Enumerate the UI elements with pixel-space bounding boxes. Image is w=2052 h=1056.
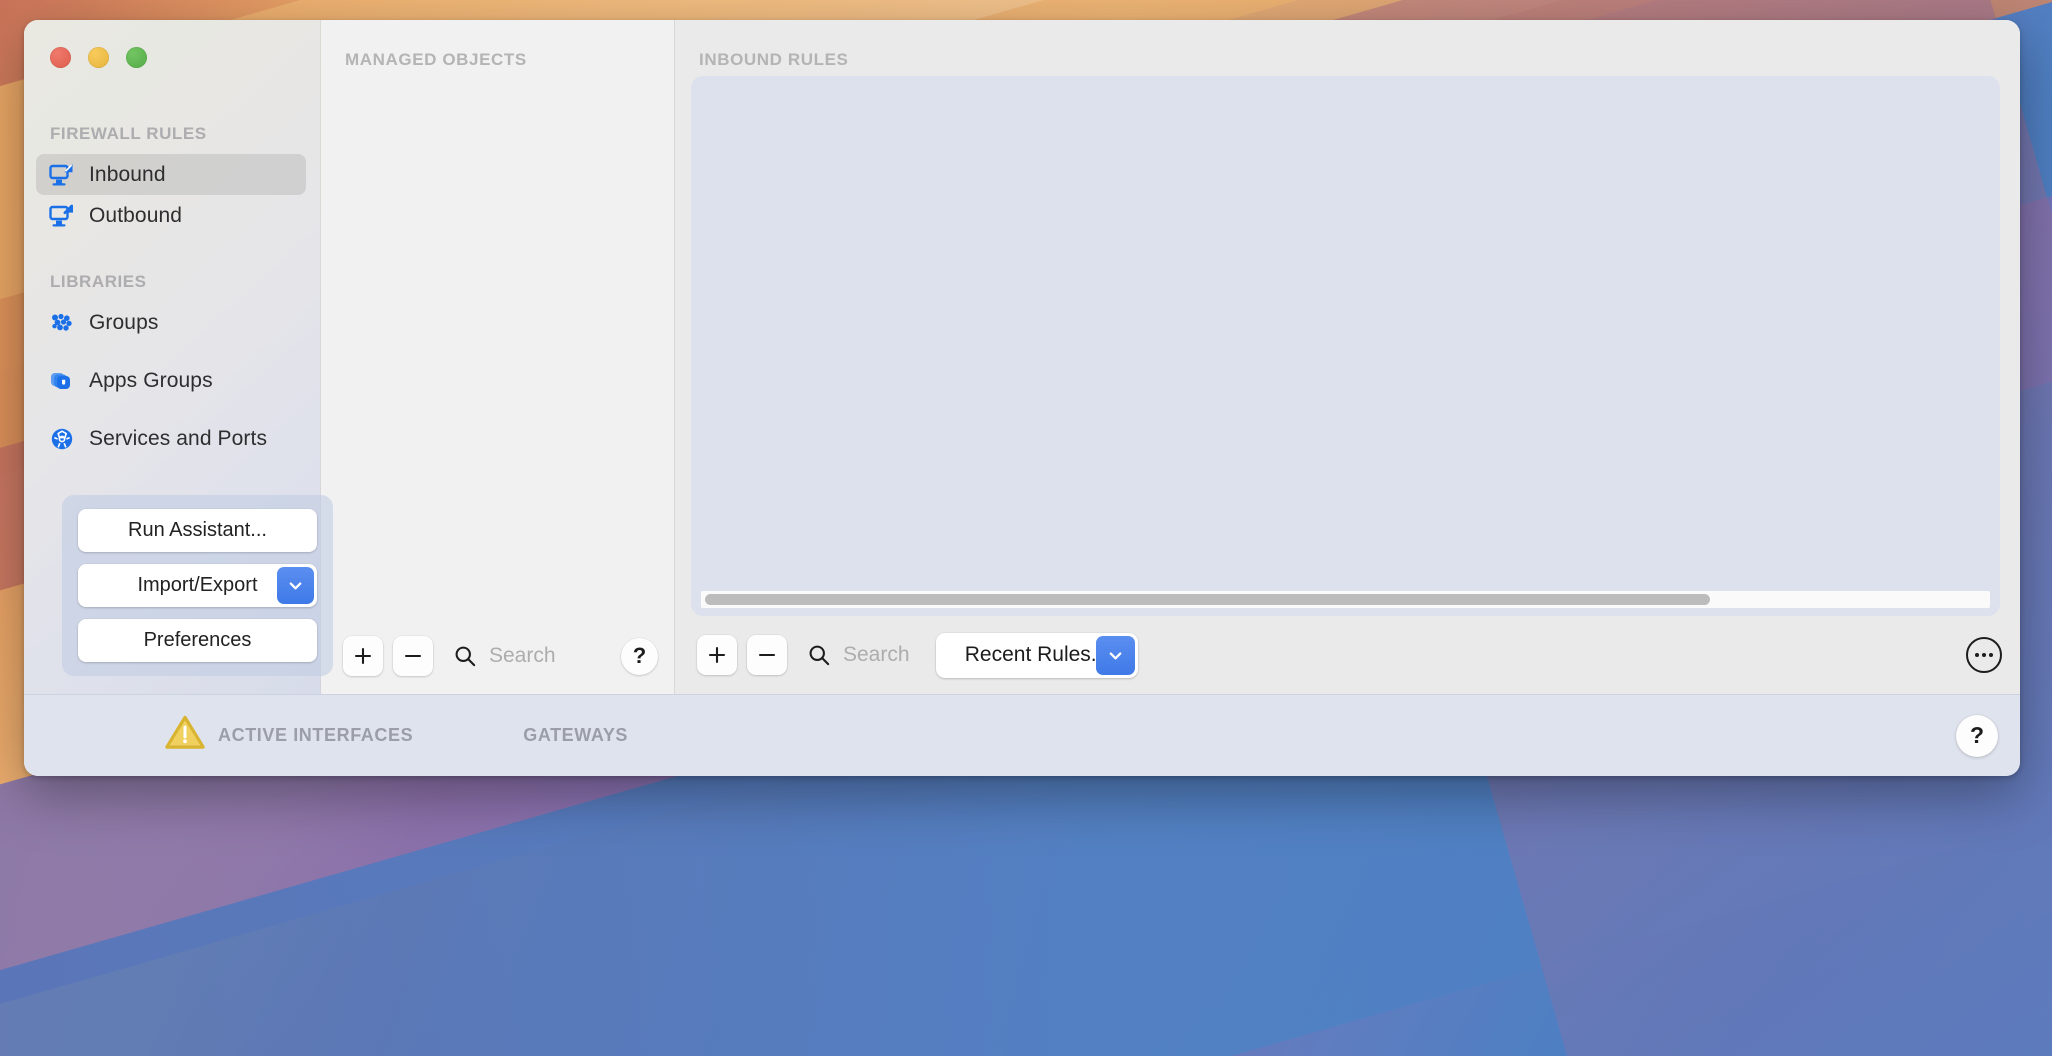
managed-objects-search-placeholder: Search — [489, 644, 556, 667]
minus-icon — [758, 653, 776, 657]
plus-icon — [354, 647, 372, 665]
apps-groups-icon — [49, 368, 75, 394]
search-icon — [809, 645, 830, 666]
preferences-label: Preferences — [143, 629, 252, 651]
add-rule-button[interactable] — [697, 635, 737, 675]
services-ports-icon — [49, 426, 75, 452]
run-assistant-label: Run Assistant... — [128, 519, 267, 541]
horizontal-scrollbar[interactable] — [701, 591, 1990, 608]
groups-icon — [49, 310, 75, 336]
warning-triangle-icon — [165, 715, 205, 756]
sidebar-item-label: Inbound — [89, 162, 166, 186]
inbound-rules-toolbar: Search Recent Rules... — [675, 616, 2020, 694]
remove-rule-button[interactable] — [747, 635, 787, 675]
plus-icon — [708, 646, 726, 664]
inbound-rules-panel: INBOUND RULES Search Recent Rules... — [675, 20, 2020, 694]
inbound-rules-search-placeholder: Search — [843, 643, 910, 666]
managed-objects-help-button[interactable]: ? — [621, 637, 658, 675]
sidebar-item-services-and-ports[interactable]: Services and Ports — [36, 418, 306, 459]
inbound-rules-search-input[interactable]: Search — [807, 643, 910, 667]
managed-objects-toolbar: Search ? — [321, 618, 674, 694]
sidebar-actions-panel: Run Assistant... Import/Export Preferenc… — [62, 495, 333, 676]
managed-objects-help-label: ? — [632, 643, 647, 668]
traffic-lights — [24, 20, 320, 68]
sidebar-item-outbound[interactable]: Outbound — [36, 195, 306, 236]
minus-icon — [404, 654, 422, 658]
dot — [1989, 652, 1994, 658]
dot — [1981, 652, 1987, 658]
sidebar-section-title-firewall-rules: FIREWALL RULES — [50, 124, 207, 143]
status-active-interfaces[interactable]: ACTIVE INTERFACES — [165, 715, 413, 756]
import-export-button[interactable]: Import/Export — [78, 564, 317, 607]
sidebar-item-apps-groups[interactable]: Apps Groups — [36, 360, 306, 401]
sidebar-item-label: Outbound — [89, 203, 183, 227]
chevron-down-icon[interactable] — [1095, 635, 1135, 675]
close-button[interactable] — [50, 47, 71, 68]
inbound-rules-canvas[interactable] — [691, 76, 2000, 616]
window-body: FIREWALL RULES Inbound Outbound LIBRARIE… — [24, 20, 2020, 694]
app-window: FIREWALL RULES Inbound Outbound LIBRARIE… — [24, 20, 2020, 776]
import-export-label: Import/Export — [137, 574, 258, 596]
statusbar-help-button[interactable]: ? — [1956, 714, 1998, 757]
status-bar: ACTIVE INTERFACES GATEWAYS ? — [24, 694, 2020, 776]
managed-objects-search-input[interactable]: Search — [453, 644, 611, 668]
more-options-button[interactable] — [1966, 637, 2002, 673]
zoom-button[interactable] — [126, 47, 147, 68]
remove-object-button[interactable] — [393, 636, 433, 676]
run-assistant-button[interactable]: Run Assistant... — [78, 509, 317, 552]
inbound-rules-title: INBOUND RULES — [699, 50, 849, 69]
search-icon — [455, 646, 476, 667]
chevron-down-icon[interactable] — [277, 567, 314, 604]
sidebar: FIREWALL RULES Inbound Outbound LIBRARIE… — [24, 20, 333, 694]
recent-rules-label: Recent Rules... — [964, 643, 1109, 666]
status-gateways[interactable]: GATEWAYS — [523, 725, 628, 746]
sidebar-item-label: Apps Groups — [89, 368, 213, 392]
add-object-button[interactable] — [343, 636, 383, 676]
sidebar-item-label: Groups — [89, 310, 159, 334]
managed-objects-title: MANAGED OBJECTS — [345, 50, 527, 69]
gateways-label: GATEWAYS — [523, 725, 629, 745]
monitor-outbound-icon — [49, 203, 75, 229]
minimize-button[interactable] — [88, 47, 109, 68]
active-interfaces-label: ACTIVE INTERFACES — [218, 725, 414, 745]
managed-objects-list[interactable] — [321, 70, 674, 618]
recent-rules-button[interactable]: Recent Rules... — [935, 632, 1138, 678]
managed-objects-panel: MANAGED OBJECTS Search ? — [321, 20, 675, 694]
dot — [1974, 652, 1979, 658]
sidebar-section-title-libraries: LIBRARIES — [50, 272, 147, 291]
horizontal-scrollbar-thumb[interactable] — [705, 594, 1711, 605]
sidebar-item-groups[interactable]: Groups — [36, 302, 306, 343]
sidebar-item-label: Services and Ports — [89, 426, 268, 450]
statusbar-help-label: ? — [1969, 722, 1985, 748]
preferences-button[interactable]: Preferences — [78, 619, 317, 662]
monitor-inbound-icon — [49, 162, 75, 188]
sidebar-item-inbound[interactable]: Inbound — [36, 154, 306, 195]
